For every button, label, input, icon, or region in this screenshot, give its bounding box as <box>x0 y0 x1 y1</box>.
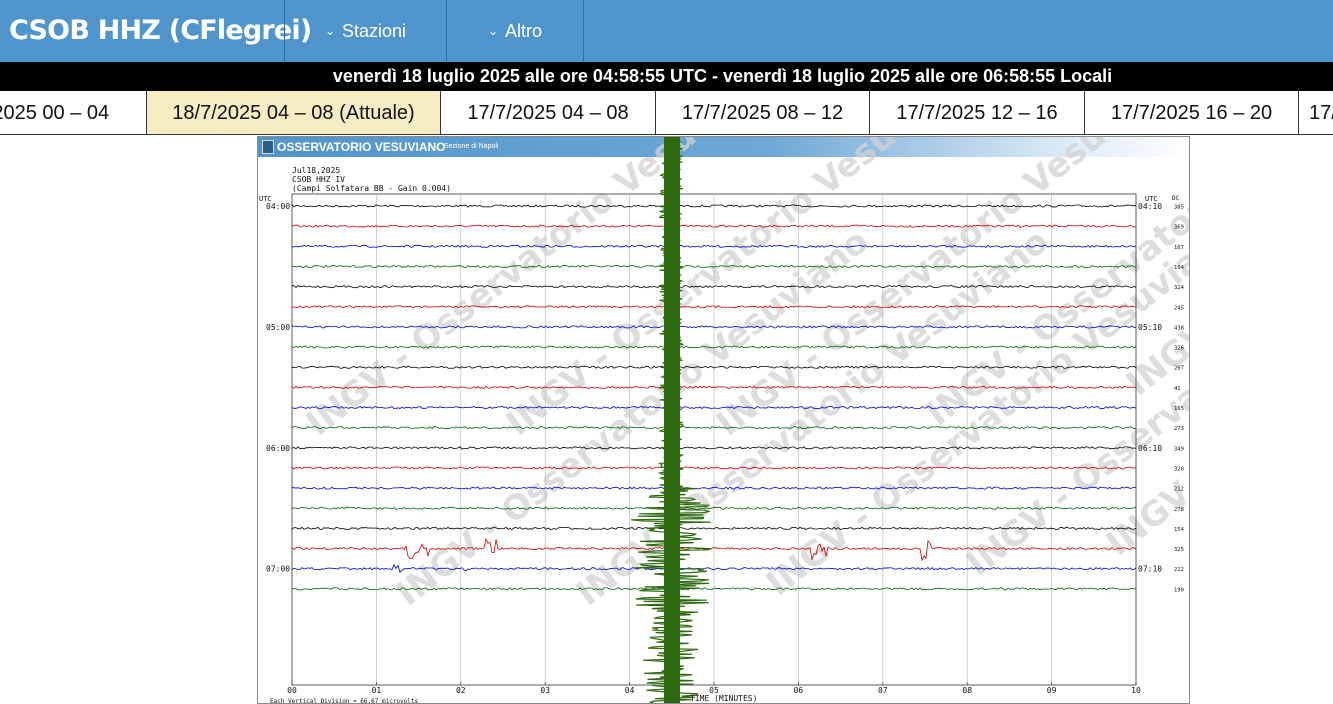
dc-value: 154 <box>1174 527 1185 533</box>
seismogram-image: OSSERVATORIO VESUVIANO Sezione di Napoli… <box>257 136 1190 704</box>
dc-value: 165 <box>1174 406 1184 412</box>
x-tick-label: 00 <box>287 686 297 695</box>
tab-18-7-00-04[interactable]: 18/7/2025 00 – 04 <box>0 91 147 134</box>
dc-value: 190 <box>1174 587 1184 593</box>
top-navigation-bar: CSOB HHZ (CFlegrei) ⌄ Stazioni ⌄ Altro <box>0 0 1333 62</box>
dc-value: 385 <box>1174 205 1184 211</box>
watermark-layer: INGV - Osservatorio VesuvianoINGV - Osse… <box>299 137 1189 614</box>
dc-value: 194 <box>1174 265 1185 271</box>
x-axis-label: TIME (MINUTES) <box>690 694 757 703</box>
tab-17-7-12-16[interactable]: 17/7/2025 12 – 16 <box>870 91 1085 134</box>
hour-label-left: 05:00 <box>266 323 290 332</box>
tab-17-7-04-08[interactable]: 17/7/2025 04 – 08 <box>441 91 656 134</box>
hour-label-left: 07:00 <box>266 565 290 574</box>
stazioni-menu-label: Stazioni <box>342 21 407 41</box>
tab-17-7-16-20[interactable]: 17/7/2025 16 – 20 <box>1085 91 1299 134</box>
dc-value: 326 <box>1174 346 1184 352</box>
altro-menu-label: Altro <box>505 21 543 41</box>
dc-value: 324 <box>1174 285 1185 291</box>
hour-label-right: 07:10 <box>1138 565 1162 574</box>
hour-label-right: 05:10 <box>1138 323 1162 332</box>
stazioni-menu-button[interactable]: ⌄ Stazioni <box>284 0 446 62</box>
x-tick-label: 03 <box>540 686 550 695</box>
hour-label-left: 06:00 <box>266 444 290 453</box>
dc-value: 212 <box>1174 487 1184 493</box>
x-tick-label: 10 <box>1131 686 1141 695</box>
dc-label: DC <box>1172 195 1180 202</box>
hour-label-left: 04:00 <box>266 202 290 211</box>
x-tick-label: 01 <box>372 686 382 695</box>
x-tick-label: 06 <box>794 686 804 695</box>
dc-value: 167 <box>1174 245 1184 251</box>
page-title: CSOB HHZ (CFlegrei) <box>9 15 312 46</box>
dc-value: 328 <box>1174 466 1184 472</box>
dc-value: 212 <box>1174 567 1184 573</box>
x-tick-label: 09 <box>1047 686 1057 695</box>
chevron-down-icon: ⌄ <box>324 24 335 38</box>
seismogram-plot: INGV - Osservatorio VesuvianoINGV - Osse… <box>259 137 1189 704</box>
division-note: Each Vertical Division = 66.67 microvolt… <box>270 698 418 704</box>
dc-value: 41 <box>1174 386 1181 392</box>
time-window-tabs: 18/7/2025 00 – 04 18/7/2025 04 – 08 (Att… <box>0 91 1333 135</box>
current-time-bar: venerdì 18 luglio 2025 alle ore 04:58:55… <box>0 62 1333 91</box>
hour-label-right: 04:10 <box>1138 202 1162 211</box>
hour-label-right: 06:10 <box>1138 444 1162 453</box>
dc-value: 325 <box>1174 547 1184 553</box>
x-tick-label: 04 <box>625 686 635 695</box>
dc-value: 245 <box>1174 305 1184 311</box>
altro-menu-button[interactable]: ⌄ Altro <box>446 0 584 62</box>
x-tick-label: 08 <box>962 686 972 695</box>
tab-17-7-20-24[interactable]: 17/7/2025 20 – 24 <box>1299 91 1333 134</box>
dc-value: 369 <box>1174 225 1184 231</box>
dc-value: 273 <box>1174 426 1184 432</box>
x-tick-label: 02 <box>456 686 466 695</box>
x-tick-label: 07 <box>878 686 888 695</box>
dc-value: 349 <box>1174 446 1184 452</box>
dc-value: 267 <box>1174 366 1184 372</box>
tab-17-7-08-12[interactable]: 17/7/2025 08 – 12 <box>656 91 870 134</box>
chevron-down-icon: ⌄ <box>487 24 499 38</box>
dc-value: 438 <box>1174 325 1184 331</box>
tab-18-7-04-08-current[interactable]: 18/7/2025 04 – 08 (Attuale) <box>147 91 441 134</box>
dc-value: 278 <box>1174 507 1184 513</box>
